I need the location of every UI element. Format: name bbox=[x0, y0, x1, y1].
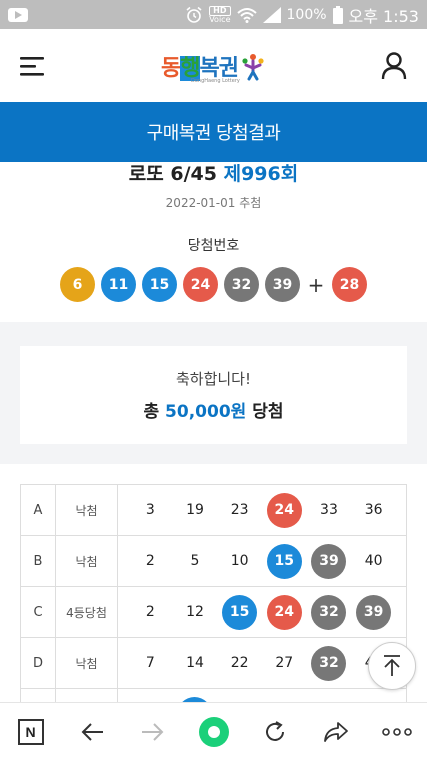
forward-button[interactable] bbox=[133, 712, 173, 752]
draw-title: 로또 6/45 제996회 bbox=[0, 164, 427, 186]
ticket-number: 3 bbox=[145, 502, 155, 518]
ticket-row-result: 4등당첨 bbox=[56, 587, 118, 637]
wifi-icon bbox=[236, 7, 257, 23]
winnings-amount: 50,000원 bbox=[165, 402, 247, 422]
amount-prefix: 총 bbox=[143, 402, 160, 422]
battery-level: 100% bbox=[286, 6, 327, 23]
ticket-number: 40 bbox=[364, 553, 383, 569]
logo-figure-icon bbox=[242, 53, 264, 80]
ticket-row-id: D bbox=[21, 638, 56, 688]
app-header: 동행복권 DongHaeng Lottery bbox=[0, 29, 427, 102]
share-button[interactable] bbox=[316, 712, 356, 752]
refresh-icon bbox=[265, 720, 284, 741]
page-title-bar: 구매복권 당첨결과 bbox=[0, 102, 427, 162]
ticket-numbers: 71422273240 bbox=[118, 638, 406, 688]
winning-ball: 11 bbox=[101, 267, 136, 302]
ticket-number: 7 bbox=[145, 655, 155, 671]
share-icon bbox=[323, 721, 348, 742]
winning-ball: 24 bbox=[183, 267, 218, 302]
amount-suffix: 당첨 bbox=[252, 402, 284, 422]
congrats-text: 축하합니다! bbox=[175, 370, 251, 388]
ticket-numbers: 3 19 23 24 33 36 bbox=[118, 485, 406, 535]
bonus-ball: 28 bbox=[332, 267, 367, 302]
ticket-number-matched: 15 bbox=[222, 594, 258, 630]
ticket-row-id: C bbox=[21, 587, 56, 637]
ticket-row: A 낙첨 3 19 23 24 33 36 bbox=[21, 485, 406, 536]
ticket-row-id: B bbox=[21, 536, 56, 586]
plus-sign: + bbox=[307, 272, 325, 297]
arrow-up-icon bbox=[384, 655, 400, 676]
ticket-number: 10 bbox=[230, 553, 249, 569]
browser-bottom-bar: N bbox=[0, 702, 427, 760]
ticket-numbers: 2 5 10 15 39 40 bbox=[118, 536, 406, 586]
green-dot-icon bbox=[198, 716, 229, 747]
scroll-to-top-button[interactable] bbox=[368, 642, 416, 690]
ticket-number: 22 bbox=[230, 655, 249, 671]
ticket-row: D낙첨71422273240 bbox=[21, 638, 406, 689]
ticket-row-result: 낙첨 bbox=[56, 485, 118, 535]
logo-subtitle: DongHaeng Lottery bbox=[191, 77, 240, 84]
back-arrow-icon bbox=[81, 722, 103, 741]
ticket-row-id: A bbox=[21, 485, 56, 535]
more-icon bbox=[381, 727, 412, 736]
ticket-row: B 낙첨 2 5 10 15 39 40 bbox=[21, 536, 406, 587]
winning-ball: 6 bbox=[60, 267, 95, 302]
refresh-button[interactable] bbox=[255, 712, 295, 752]
winnings-amount-line: 총 50,000원 당첨 bbox=[143, 397, 283, 422]
battery-icon bbox=[332, 5, 343, 24]
ticket-numbers: 2 12 15 24 32 39 bbox=[118, 587, 406, 637]
winnings-box: 축하합니다! 총 50,000원 당첨 bbox=[20, 346, 407, 444]
winning-ball: 39 bbox=[265, 267, 300, 302]
ticket-row: C 4등당첨 2 12 15 24 32 39 bbox=[21, 587, 406, 638]
forward-arrow-icon bbox=[141, 722, 163, 741]
winning-numbers: 6 11 15 24 32 39 + 28 bbox=[0, 267, 427, 302]
n-home-button[interactable]: N bbox=[11, 712, 51, 752]
ticket-number-matched: 24 bbox=[266, 594, 302, 630]
ticket-number-matched: 32 bbox=[311, 594, 347, 630]
page-title: 구매복권 당첨결과 bbox=[146, 123, 281, 144]
ticket-number-matched: 24 bbox=[266, 492, 302, 528]
ticket-number: 5 bbox=[190, 553, 200, 569]
ticket-number-matched: 39 bbox=[356, 594, 392, 630]
signal-icon bbox=[262, 6, 281, 23]
ticket-number: 23 bbox=[230, 502, 249, 518]
winnings-section: 축하합니다! 총 50,000원 당첨 bbox=[0, 322, 427, 464]
hd-voice-icon: HD Voice bbox=[209, 5, 231, 24]
ticket-number: 2 bbox=[145, 604, 155, 620]
clock: 오후 1:53 bbox=[348, 6, 419, 26]
ticket-number-matched: 32 bbox=[311, 645, 347, 681]
game-name: 로또 6/45 bbox=[128, 164, 217, 185]
draw-number: 제996회 bbox=[223, 164, 299, 185]
n-home-icon: N bbox=[17, 718, 44, 745]
ticket-row-result: 낙첨 bbox=[56, 638, 118, 688]
winning-ball: 15 bbox=[142, 267, 177, 302]
ticket-number: 33 bbox=[320, 502, 338, 518]
ticket-number: 12 bbox=[186, 604, 204, 620]
menu-icon[interactable] bbox=[18, 51, 48, 81]
youtube-icon bbox=[8, 7, 28, 22]
draw-date: 2022-01-01 추첨 bbox=[165, 196, 262, 210]
logo[interactable]: 동행복권 DongHaeng Lottery bbox=[161, 50, 266, 84]
status-bar: HD Voice 100% 오후 1:53 bbox=[0, 0, 427, 29]
user-icon[interactable] bbox=[379, 51, 409, 81]
winning-ball: 32 bbox=[224, 267, 259, 302]
ticket-number: 19 bbox=[186, 502, 204, 518]
green-dot-button[interactable] bbox=[194, 712, 234, 752]
winning-numbers-label: 당첨번호 bbox=[187, 238, 240, 254]
ticket-number: 2 bbox=[145, 553, 155, 569]
ticket-row-result: 낙첨 bbox=[56, 536, 118, 586]
draw-result: 로또 6/45 제996회 2022-01-01 추첨 당첨번호 6 11 15… bbox=[0, 162, 427, 302]
more-button[interactable] bbox=[377, 712, 417, 752]
ticket-number: 27 bbox=[275, 655, 294, 671]
ticket-number: 14 bbox=[186, 655, 204, 671]
ticket-number-matched: 15 bbox=[266, 543, 302, 579]
ticket-number: 36 bbox=[364, 502, 383, 518]
alarm-icon bbox=[186, 6, 202, 23]
ticket-number-matched: 39 bbox=[311, 543, 347, 579]
back-button[interactable] bbox=[72, 712, 112, 752]
